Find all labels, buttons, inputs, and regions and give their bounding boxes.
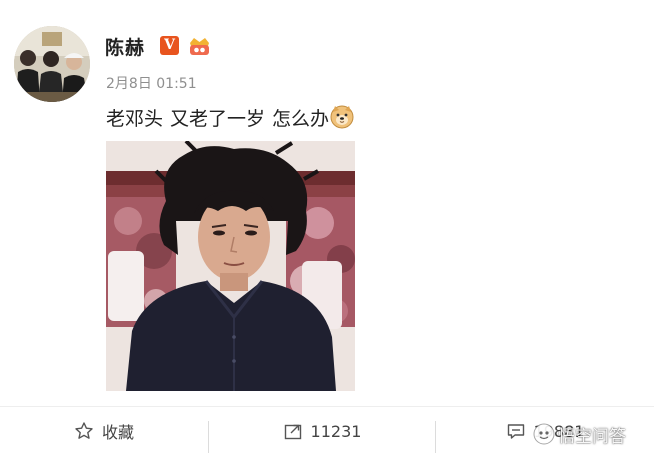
post-action-bar: 收藏 11231 19881 (0, 406, 654, 455)
repost-icon (284, 424, 301, 440)
vip-crown-icon (187, 35, 212, 57)
verified-icon: V (160, 36, 179, 55)
post-text-part: 又老了一岁 (170, 108, 266, 130)
comment-count: 19881 (533, 421, 585, 441)
post-text: 老邓头 又老了一岁 怎么办 (106, 104, 354, 131)
comment-icon (507, 424, 524, 439)
post-timestamp[interactable]: 2月8日 01:51 (106, 73, 197, 93)
user-name[interactable]: 陈赫 (105, 33, 145, 60)
favorite-button[interactable]: 收藏 (0, 407, 208, 455)
post-photo[interactable] (106, 141, 355, 391)
post-text-part: 怎么办 (272, 108, 330, 130)
user-avatar[interactable] (14, 26, 90, 102)
favorite-label: 收藏 (101, 423, 134, 442)
doge-icon (330, 105, 354, 129)
repost-count: 11231 (310, 421, 362, 441)
star-icon (75, 422, 93, 439)
post-text-part: 老邓头 (106, 108, 164, 130)
comment-button[interactable]: 19881 (436, 407, 654, 455)
repost-button[interactable]: 11231 (209, 407, 435, 455)
